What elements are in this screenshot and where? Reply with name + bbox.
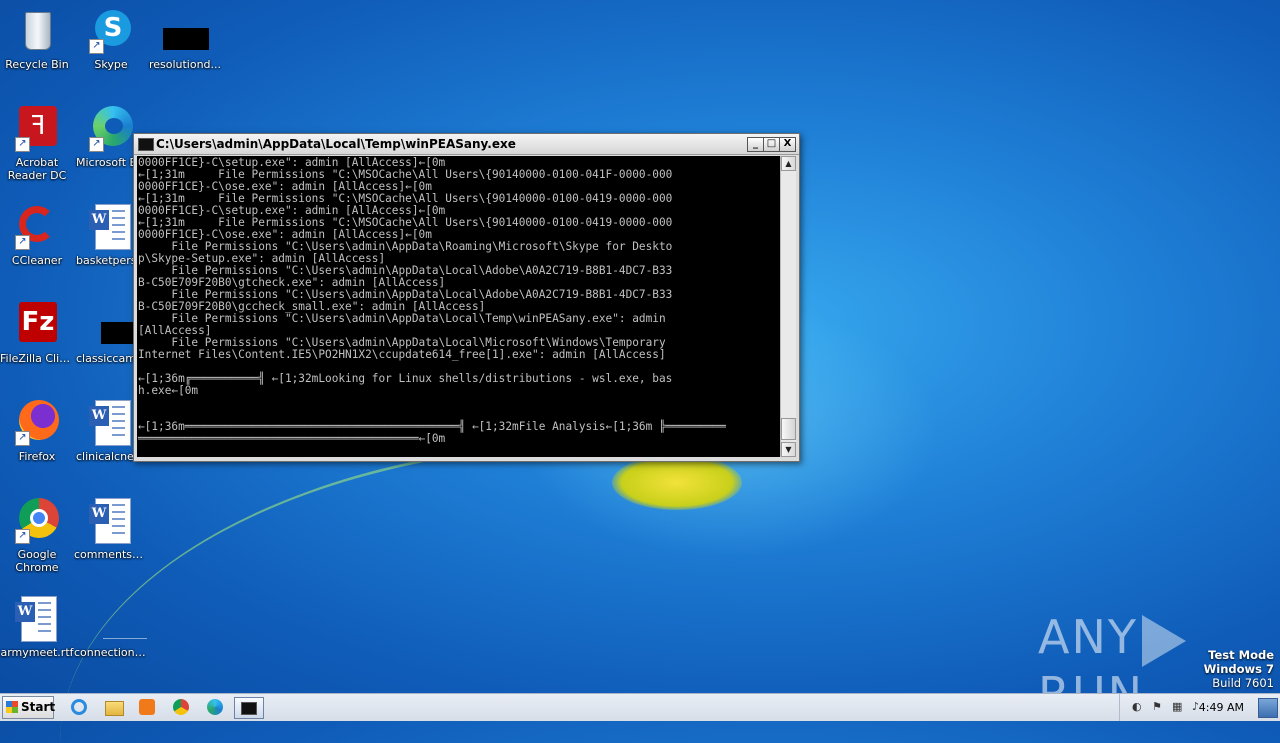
taskbar-explorer-button[interactable]	[102, 697, 124, 717]
clock[interactable]: 4:49 AM	[1199, 701, 1244, 714]
edge-icon: ↗	[87, 104, 135, 152]
desktop-icon-label: commentsst...	[74, 548, 148, 561]
desktop-icon-skype[interactable]: S ↗ Skype	[74, 6, 148, 71]
desktop-icon-resolution[interactable]: resolutiond...	[148, 6, 222, 71]
taskbar-ie-button[interactable]	[68, 697, 90, 717]
network-icon[interactable]: ▦	[1172, 701, 1184, 713]
desktop-icon-label: Acrobat Reader DC	[7, 156, 67, 182]
taskbar-chrome-button[interactable]	[170, 697, 192, 717]
ccleaner-icon: ↗	[13, 202, 61, 250]
word-document-icon: W	[13, 594, 61, 642]
redacted-file-icon	[161, 6, 209, 54]
vertical-scrollbar[interactable]: ▲ ▼	[780, 156, 796, 457]
desktop-icon-label: FileZilla Client	[0, 352, 74, 365]
desktop-icon-connectione[interactable]: connectione...	[74, 594, 148, 659]
wallpaper-flower	[612, 455, 742, 510]
word-document-icon: W	[87, 202, 135, 250]
desktop-icon-armymeet[interactable]: W armymeet.rtf	[0, 594, 74, 659]
shortcut-arrow-icon: ↗	[15, 235, 30, 250]
internet-explorer-icon	[71, 699, 87, 715]
system-tray: ◐ ⚑ ▦ ♪ 4:49 AM	[1119, 694, 1280, 721]
watermark-any: ANY	[1038, 610, 1138, 664]
desktop-icon-label: connectione...	[74, 646, 148, 659]
desktop-icon-label: Recycle Bin	[5, 58, 69, 71]
word-document-icon: W	[87, 496, 135, 544]
desktop-icon-label: resolutiond...	[148, 58, 222, 71]
desktop-icon-label: Firefox	[18, 450, 56, 463]
chrome-icon: ↗	[13, 496, 61, 544]
shortcut-arrow-icon: ↗	[89, 137, 104, 152]
scroll-thumb[interactable]	[781, 418, 796, 440]
test-mode-notice: Test Mode Windows 7 Build 7601	[1204, 648, 1274, 690]
console-app-icon	[241, 702, 257, 715]
desktop-icon-label: armymeet.rtf	[0, 646, 74, 659]
console-window[interactable]: C:\Users\admin\AppData\Local\Temp\winPEA…	[133, 133, 800, 462]
scroll-up-arrow-icon[interactable]: ▲	[781, 156, 796, 171]
recycle-bin-icon	[13, 6, 61, 54]
start-label: Start	[21, 700, 56, 714]
desktop-icon-firefox[interactable]: ↗ Firefox	[0, 398, 74, 463]
console-app-icon	[138, 138, 154, 151]
console-output[interactable]: 0000FF1CE}-C\setup.exe": admin [AllAcces…	[137, 156, 780, 457]
console-text: 0000FF1CE}-C\setup.exe": admin [AllAcces…	[138, 156, 726, 445]
skype-icon: S ↗	[87, 6, 135, 54]
word-document-icon: W	[87, 398, 135, 446]
maximize-button[interactable]: □	[763, 137, 780, 152]
desktop-icon-recycle-bin[interactable]: Recycle Bin	[0, 6, 74, 71]
shortcut-arrow-icon: ↗	[15, 431, 30, 446]
volume-icon[interactable]: ◐	[1132, 701, 1144, 713]
show-desktop-button[interactable]	[1258, 698, 1278, 718]
taskbar-console-button[interactable]	[234, 697, 264, 719]
close-button[interactable]: X	[779, 137, 796, 152]
desktop-icon-label: Skype	[94, 58, 128, 71]
shortcut-arrow-icon: ↗	[89, 39, 104, 54]
acrobat-icon: ꟻ ↗	[13, 104, 61, 152]
desktop-icon-acrobat[interactable]: ꟻ ↗ Acrobat Reader DC	[0, 104, 74, 182]
scroll-down-arrow-icon[interactable]: ▼	[781, 442, 796, 457]
flag-icon[interactable]: ⚑	[1152, 701, 1164, 713]
windows-logo-icon	[6, 701, 18, 713]
redacted-file-icon	[87, 300, 145, 348]
minimize-button[interactable]: _	[747, 137, 764, 152]
folder-icon	[105, 701, 124, 716]
taskbar-edge-button[interactable]	[204, 697, 226, 717]
blank-file-icon	[87, 594, 147, 642]
shortcut-arrow-icon: ↗	[15, 529, 30, 544]
chrome-icon	[173, 699, 189, 715]
desktop-icon-label: Google Chrome	[15, 548, 59, 574]
shortcut-arrow-icon: ↗	[15, 137, 30, 152]
desktop-icon-ccleaner[interactable]: ↗ CCleaner	[0, 202, 74, 267]
test-mode-line3: Build 7601	[1212, 676, 1274, 690]
desktop-icon-chrome[interactable]: ↗ Google Chrome	[0, 496, 74, 574]
desktop-icon-commentsst[interactable]: W commentsst...	[74, 496, 148, 561]
desktop-icon-label: CCleaner	[11, 254, 63, 267]
start-button[interactable]: Start	[2, 696, 56, 719]
test-mode-line2: Windows 7	[1203, 662, 1274, 676]
firefox-icon: ↗	[13, 398, 61, 446]
media-player-icon	[139, 699, 155, 715]
play-triangle-icon	[1141, 614, 1186, 667]
taskbar: Start ◐ ⚑ ▦ ♪ 4:49 AM	[0, 693, 1280, 721]
filezilla-icon: Fz	[13, 300, 61, 348]
desktop-icon-filezilla[interactable]: Fz FileZilla Client	[0, 300, 74, 365]
window-title: C:\Users\admin\AppData\Local\Temp\winPEA…	[156, 137, 516, 151]
edge-icon	[207, 699, 223, 715]
taskbar-media-button[interactable]	[136, 697, 158, 717]
window-titlebar[interactable]: C:\Users\admin\AppData\Local\Temp\winPEA…	[134, 134, 799, 155]
test-mode-line1: Test Mode	[1208, 648, 1274, 662]
